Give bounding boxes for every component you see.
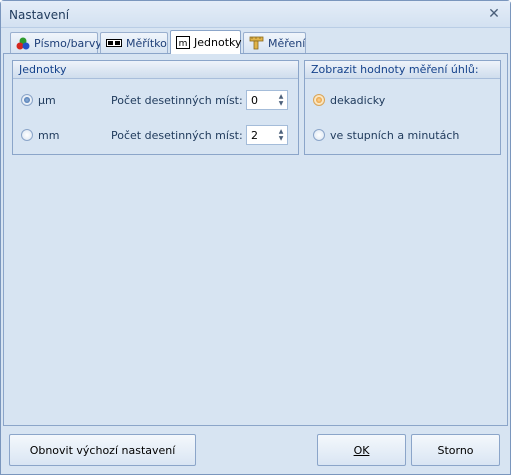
unit-um-option[interactable]: μm	[21, 90, 56, 110]
svg-text:m: m	[179, 39, 188, 49]
angle-decimal-option[interactable]: dekadicky	[313, 90, 385, 110]
mm-decimals-label: Počet desetinných míst:	[111, 128, 243, 142]
unit-mm-radio[interactable]	[21, 129, 33, 141]
angle-dms-option[interactable]: ve stupních a minutách	[313, 125, 459, 145]
title-bar[interactable]: Nastavení ✕	[1, 1, 510, 28]
angle-dms-radio[interactable]	[313, 129, 325, 141]
unit-um-radio[interactable]	[21, 94, 33, 106]
angle-decimal-label: dekadicky	[330, 93, 386, 107]
reset-defaults-label: Obnovit výchozí nastavení	[29, 443, 176, 457]
tab-page-units: Jednotky μm Počet desetinných míst: 0 ▲ ▼…	[3, 53, 508, 426]
ruler-icon	[249, 36, 264, 50]
angle-dms-label: ve stupních a minutách	[330, 128, 460, 142]
um-decimals-value[interactable]: 0	[247, 94, 275, 107]
units-m-icon: m	[176, 36, 190, 50]
units-group: Jednotky μm Počet desetinných míst: 0 ▲ ▼…	[12, 60, 299, 155]
tab-label: Měřítko	[126, 36, 167, 50]
um-decimals-label: Počet desetinných míst:	[111, 93, 243, 107]
reset-defaults-button[interactable]: Obnovit výchozí nastavení	[9, 434, 196, 466]
unit-um-label: μm	[38, 93, 56, 107]
tab-font-colors[interactable]: Písmo/barvy	[10, 32, 102, 53]
tab-label: Měření	[268, 36, 306, 50]
um-decimals-stepper[interactable]: 0 ▲ ▼	[246, 90, 288, 110]
window-title: Nastavení	[9, 8, 70, 22]
mm-decimals-value[interactable]: 2	[247, 129, 275, 142]
mm-decimals-stepper[interactable]: 2 ▲ ▼	[246, 125, 288, 145]
close-icon[interactable]: ✕	[486, 6, 502, 22]
scale-bar-icon	[106, 36, 122, 50]
unit-mm-label: mm	[38, 128, 60, 142]
unit-mm-option[interactable]: mm	[21, 125, 59, 145]
angle-decimal-radio[interactable]	[313, 94, 325, 106]
tab-label: Písmo/barvy	[34, 36, 102, 50]
stepper-arrows-icon[interactable]: ▲ ▼	[275, 126, 287, 144]
angle-group-title: Zobrazit hodnoty měření úhlů:	[305, 61, 500, 79]
tab-scale[interactable]: Měřítko	[100, 32, 168, 53]
tab-measurement[interactable]: Měření	[243, 32, 306, 53]
tab-units[interactable]: m Jednotky	[170, 30, 242, 54]
units-group-title: Jednotky	[13, 61, 298, 79]
color-dots-icon	[16, 36, 30, 50]
settings-dialog: Nastavení ✕ Písmo/barvy Měřítko m Jednot…	[0, 0, 511, 475]
ok-label: OK	[353, 443, 370, 457]
tab-label: Jednotky	[194, 36, 242, 49]
cancel-button[interactable]: Storno	[411, 434, 500, 466]
stepper-arrows-icon[interactable]: ▲ ▼	[275, 91, 287, 109]
cancel-label: Storno	[437, 443, 474, 457]
angle-group: Zobrazit hodnoty měření úhlů: dekadicky …	[304, 60, 501, 155]
ok-button[interactable]: OK	[317, 434, 406, 466]
